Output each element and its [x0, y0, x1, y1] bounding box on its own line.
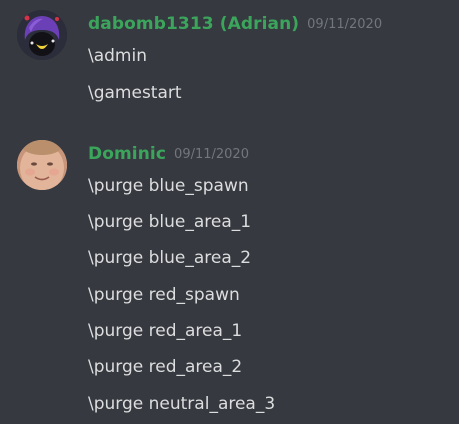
user-avatar[interactable] [17, 10, 67, 60]
user-avatar[interactable] [17, 140, 67, 190]
chat-message-list: dabomb1313 (Adrian) 09/11/2020 \admin \ga… [0, 0, 459, 424]
message-text: \gamestart [88, 83, 182, 103]
message-timestamp: 09/11/2020 [307, 17, 383, 32]
message-text: \purge red_area_1 [88, 321, 243, 341]
purple-haired-cartoon-avatar-icon [17, 10, 67, 60]
message-timestamp: 09/11/2020 [174, 147, 249, 162]
username[interactable]: Dominic [88, 144, 166, 164]
message-text: \purge blue_spawn [88, 176, 249, 196]
message-text: \admin [88, 46, 147, 66]
message-text: \purge blue_area_1 [88, 212, 252, 232]
message-text: \purge blue_area_2 [88, 248, 252, 268]
message-text: \purge red_spawn [88, 285, 240, 305]
message-header: dabomb1313 (Adrian) 09/11/2020 [88, 14, 382, 40]
message-text: \purge red_area_2 [88, 357, 243, 377]
face-photo-avatar-icon [17, 140, 67, 190]
message-header: Dominic 09/11/2020 [88, 144, 249, 170]
username[interactable]: dabomb1313 (Adrian) [88, 14, 299, 34]
message-text: \purge neutral_area_3 [88, 394, 276, 414]
